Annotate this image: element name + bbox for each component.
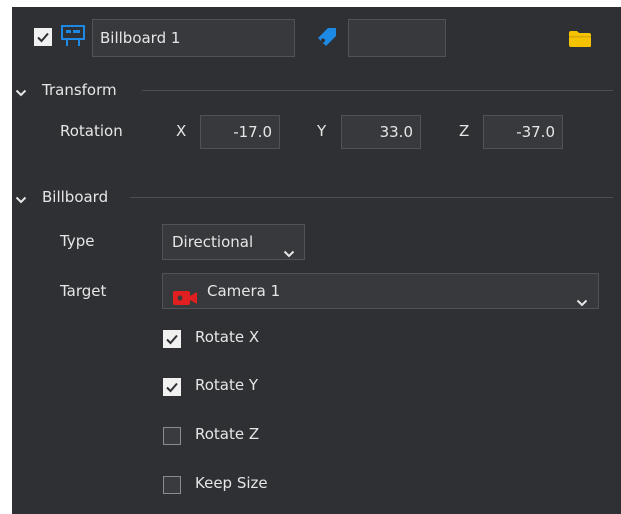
type-dropdown-value: Directional [172,233,254,251]
rotation-x-label: X [176,122,187,140]
rotation-y-input[interactable]: 33.0 [341,115,421,149]
rotate-y-checkbox[interactable] [163,378,181,396]
enabled-checkbox[interactable] [34,28,52,46]
transform-divider [142,90,613,91]
rotate-y-label: Rotate Y [195,376,259,394]
rotate-z-label: Rotate Z [195,425,260,443]
rotate-x-checkbox[interactable] [163,330,181,348]
target-dropdown[interactable]: Camera 1 [162,273,599,309]
rotation-z-label: Z [459,122,470,140]
rotation-x-value: -17.0 [233,123,272,141]
properties-panel: Billboard 1 Transform Rotation X -17.0 Y… [12,7,621,514]
billboard-section-title[interactable]: Billboard [42,188,108,206]
transform-section-title[interactable]: Transform [42,81,117,99]
rotation-y-value: 33.0 [379,123,413,141]
rotation-x-input[interactable]: -17.0 [200,115,280,149]
billboard-collapse-chevron-icon[interactable] [15,191,27,209]
folder-icon[interactable] [568,30,592,52]
keep-size-label: Keep Size [195,474,268,492]
object-name-value: Billboard 1 [100,29,181,47]
rotate-x-label: Rotate X [195,328,260,346]
tag-icon[interactable] [315,25,339,53]
tag-input[interactable] [348,19,446,57]
type-label: Type [60,232,95,250]
type-dropdown-chevron-icon [283,237,295,271]
target-label: Target [60,282,107,300]
rotation-z-value: -37.0 [516,123,555,141]
rotate-z-checkbox[interactable] [163,427,181,445]
target-dropdown-chevron-icon [576,286,588,320]
transform-collapse-chevron-icon[interactable] [15,84,27,102]
type-dropdown[interactable]: Directional [162,224,305,260]
rotation-y-label: Y [317,122,327,140]
object-name-input[interactable]: Billboard 1 [92,19,295,57]
rotation-z-input[interactable]: -37.0 [483,115,563,149]
billboard-icon [61,25,85,51]
rotation-label: Rotation [60,122,123,140]
billboard-divider [130,197,613,198]
keep-size-checkbox[interactable] [163,476,181,494]
camera-icon [172,284,198,318]
target-dropdown-value: Camera 1 [207,282,281,300]
